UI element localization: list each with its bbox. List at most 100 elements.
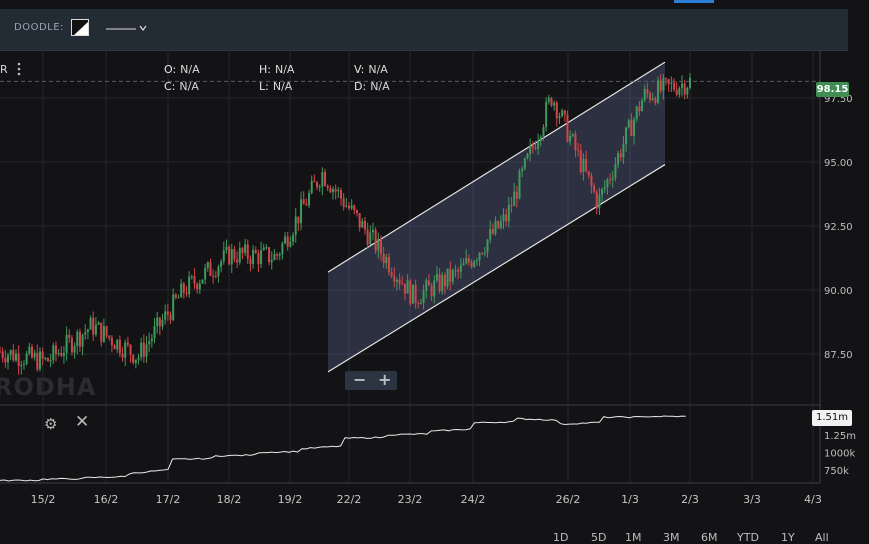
ohlc-low: L: N/A <box>259 80 293 93</box>
candle-body <box>579 150 582 172</box>
candle-body <box>633 119 636 137</box>
menu-dots-icon[interactable] <box>13 61 25 76</box>
candle-body <box>505 214 508 222</box>
candle-body <box>507 204 510 222</box>
candle-body <box>649 93 652 100</box>
candle-body <box>577 150 580 152</box>
candle-body <box>25 353 28 364</box>
candle-body <box>350 205 353 209</box>
candle-body <box>667 79 670 84</box>
candle-body <box>425 280 428 291</box>
x-tick-label: 3/3 <box>743 493 761 506</box>
candle-body <box>497 221 500 228</box>
candle-body <box>81 334 84 347</box>
candle-body <box>196 283 199 290</box>
candle-body <box>92 317 95 335</box>
volume-line <box>0 415 686 482</box>
candle-body <box>377 238 380 251</box>
y-tick-label: 95.00 <box>824 158 853 169</box>
candle-body <box>150 338 153 342</box>
candle-body <box>545 101 548 127</box>
candle-body <box>65 334 68 353</box>
candle-body <box>254 249 257 254</box>
candle-body <box>140 342 143 358</box>
candle-body <box>673 82 676 90</box>
settings-gear-icon[interactable]: ⚙ <box>44 415 57 433</box>
candle-body <box>422 290 425 304</box>
candle-body <box>185 292 188 295</box>
candle-body <box>659 80 662 91</box>
header-letter: R <box>0 63 8 76</box>
candle-body <box>529 145 532 155</box>
candle-body <box>284 236 287 244</box>
candle-body <box>190 276 193 278</box>
candle-body <box>156 317 159 327</box>
candle-body <box>244 244 247 253</box>
ohlc-close: C: N/A <box>164 80 199 93</box>
candle-body <box>28 346 31 354</box>
candle-body <box>611 177 614 180</box>
candle-body <box>614 164 617 178</box>
candle-body <box>449 268 452 282</box>
candle-body <box>257 253 260 265</box>
y-tick-label: 87.50 <box>824 350 853 361</box>
candle-body <box>371 229 374 233</box>
candle-body <box>606 179 609 188</box>
candle-body <box>86 329 89 333</box>
candle-body <box>361 220 364 228</box>
candle-body <box>513 191 516 206</box>
candle-body <box>169 314 172 320</box>
x-tick-label: 23/2 <box>398 493 423 506</box>
candle-body <box>97 322 100 325</box>
candle-body <box>110 337 113 346</box>
zoom-in-button[interactable]: + <box>378 370 391 389</box>
candle-body <box>494 221 497 234</box>
candle-body <box>9 350 12 356</box>
candle-body <box>489 228 492 240</box>
candle-body <box>246 244 249 259</box>
x-tick-label: 2/3 <box>681 493 699 506</box>
candle-body <box>326 185 329 189</box>
volume-y-tick-label: 1000k <box>824 448 855 459</box>
candle-body <box>617 153 620 165</box>
chart-canvas[interactable]: 97.5095.0092.5090.0087.5015/2 16/2 17/2 18/… <box>0 0 869 538</box>
candle-body <box>78 331 81 347</box>
candle-body <box>217 266 220 277</box>
candle-body <box>465 258 468 264</box>
timeframe-bar: 1D 5D 1M 3M 6M YTD 1Y All <box>553 531 869 544</box>
candle-body <box>657 80 660 103</box>
zoom-out-button[interactable]: − <box>353 370 366 389</box>
candle-body <box>523 158 526 169</box>
candle-body <box>129 344 132 355</box>
y-tick-label: 92.50 <box>824 222 853 233</box>
candle-body <box>563 110 566 115</box>
candle-body <box>329 188 332 193</box>
candle-body <box>94 324 97 335</box>
candle-body <box>0 351 1 353</box>
candle-body <box>547 97 550 102</box>
candle-body <box>582 159 585 172</box>
candle-body <box>337 190 340 192</box>
candle-body <box>310 180 313 194</box>
candle-body <box>212 275 215 277</box>
candle-body <box>302 199 305 205</box>
candle-body <box>270 260 273 263</box>
candle-body <box>387 257 390 273</box>
candle-body <box>225 246 228 251</box>
candle-body <box>401 283 404 285</box>
candle-body <box>177 297 180 299</box>
x-tick-label: 24/2 <box>461 493 486 506</box>
candle-body <box>249 258 252 264</box>
x-tick-label: 4/3 <box>804 493 822 506</box>
close-icon[interactable]: ✕ <box>75 412 89 432</box>
candle-body <box>675 89 678 95</box>
candle-body <box>20 364 23 366</box>
candle-body <box>252 249 255 264</box>
x-tick-label: 22/2 <box>337 493 362 506</box>
candle-body <box>593 185 596 193</box>
candle-body <box>467 258 470 263</box>
candle-body <box>406 280 409 294</box>
candle-body <box>241 248 244 253</box>
candle-body <box>446 268 449 287</box>
candle-body <box>643 89 646 101</box>
